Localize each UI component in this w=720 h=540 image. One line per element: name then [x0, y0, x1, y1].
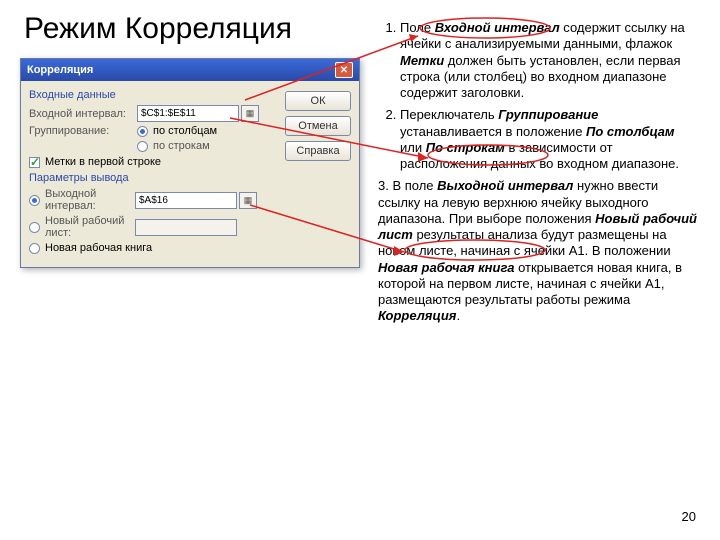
cell-picker-icon[interactable]: ▦ [239, 192, 257, 209]
input-interval-label: Входной интервал: [29, 108, 137, 120]
new-sheet-label: Новый рабочий лист: [45, 215, 135, 239]
new-book-label: Новая рабочая книга [45, 242, 152, 254]
labels-checkbox[interactable] [29, 157, 40, 168]
slide-title: Режим Корреляция [24, 12, 292, 46]
ok-button[interactable]: ОК [285, 91, 351, 111]
radio-columns[interactable] [137, 126, 148, 137]
paragraph-3: 3. В поле Выходной интервал нужно ввести… [378, 178, 698, 324]
output-interval-field[interactable]: $A$16 [135, 192, 237, 209]
output-interval-label: Выходной интервал: [45, 188, 135, 212]
radio-new-sheet[interactable] [29, 222, 40, 233]
new-sheet-field[interactable] [135, 219, 237, 236]
input-section-label: Входные данные [29, 89, 279, 101]
dialog-title: Корреляция [27, 64, 93, 76]
cell-picker-icon[interactable]: ▦ [241, 105, 259, 122]
input-interval-field[interactable]: $C$1:$E$11 [137, 105, 239, 122]
help-button[interactable]: Справка [285, 141, 351, 161]
dialog-titlebar[interactable]: Корреляция ✕ [21, 59, 359, 81]
list-item: Переключатель Группирование устанавливае… [400, 107, 698, 172]
radio-columns-label: по столбцам [153, 125, 217, 137]
labels-checkbox-label: Метки в первой строке [45, 156, 161, 168]
radio-new-book[interactable] [29, 243, 40, 254]
radio-output-interval[interactable] [29, 195, 40, 206]
correlation-dialog: Корреляция ✕ Входные данные Входной инте… [20, 58, 360, 268]
cancel-button[interactable]: Отмена [285, 116, 351, 136]
page-number: 20 [682, 509, 696, 524]
output-section-label: Параметры вывода [29, 172, 279, 184]
list-item: Поле Входной интервал содержит ссылку на… [400, 20, 698, 101]
grouping-label: Группирование: [29, 125, 137, 137]
close-icon[interactable]: ✕ [335, 62, 353, 78]
explanation-text: Поле Входной интервал содержит ссылку на… [378, 20, 698, 325]
radio-rows-label: по строкам [153, 140, 210, 152]
radio-rows[interactable] [137, 141, 148, 152]
